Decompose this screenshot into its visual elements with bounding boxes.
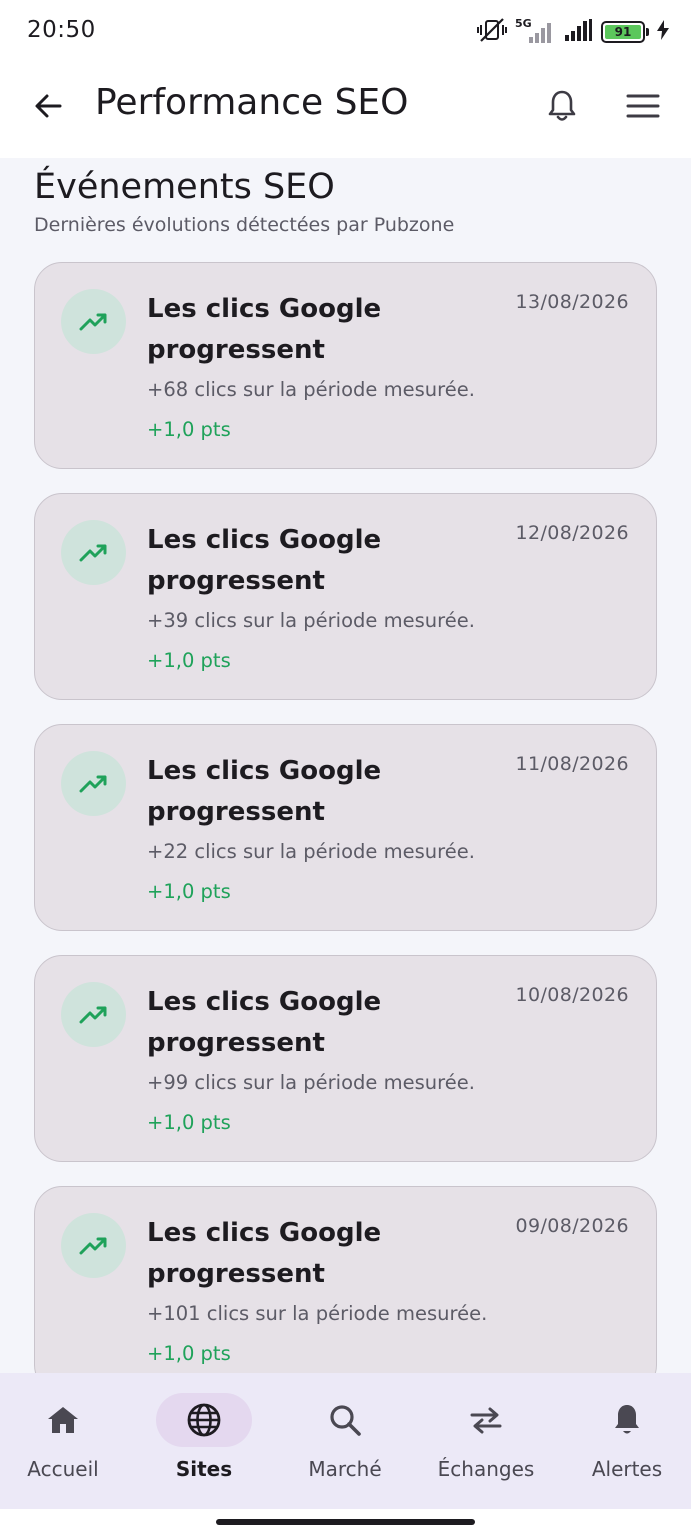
- page-title: Performance SEO: [95, 82, 409, 123]
- bell-outline-icon: [548, 90, 576, 121]
- nav-label: Sites: [175, 1457, 233, 1481]
- event-date: 12/08/2026: [515, 522, 629, 544]
- status-bar: 20:50 5G 91: [0, 0, 691, 62]
- bottom-navigation: Accueil Sites Marché Échanges Alertes: [0, 1373, 691, 1509]
- nav-item-alertes[interactable]: Alertes: [558, 1373, 691, 1509]
- signal-5g-icon: 5G: [515, 17, 555, 45]
- battery-icon: 91: [601, 21, 649, 43]
- event-title: Les clics Google progressent: [147, 294, 382, 365]
- home-gesture-bar[interactable]: [216, 1519, 475, 1525]
- content-area[interactable]: Événements SEO Dernières évolutions déte…: [0, 158, 691, 1373]
- charging-icon: [657, 20, 669, 44]
- trending-up-icon: [61, 289, 126, 354]
- event-card[interactable]: Les clics Google progressent 10/08/2026 …: [34, 955, 657, 1162]
- trending-up-icon: [61, 982, 126, 1047]
- event-delta: +1,0 pts: [147, 649, 231, 672]
- nav-item-marche[interactable]: Marché: [276, 1373, 414, 1509]
- event-description: +99 clics sur la période mesurée.: [147, 1071, 475, 1094]
- notifications-button[interactable]: [540, 84, 584, 128]
- event-card[interactable]: Les clics Google progressent 09/08/2026 …: [34, 1186, 657, 1373]
- event-delta: +1,0 pts: [147, 1111, 231, 1134]
- event-date: 11/08/2026: [515, 753, 629, 775]
- section-subtitle: Dernières évolutions détectées par Pubzo…: [34, 214, 455, 236]
- search-icon: [330, 1405, 361, 1436]
- event-delta: +1,0 pts: [147, 1342, 231, 1365]
- nav-item-accueil[interactable]: Accueil: [0, 1373, 132, 1509]
- vibrate-off-icon: [477, 17, 507, 47]
- nav-label: Alertes: [591, 1457, 663, 1481]
- battery-level: 91: [605, 25, 641, 39]
- nav-label: Échanges: [437, 1457, 535, 1481]
- event-delta: +1,0 pts: [147, 418, 231, 441]
- signal-icon: [563, 17, 593, 47]
- event-title: Les clics Google progressent: [147, 525, 382, 596]
- status-time: 20:50: [27, 17, 96, 43]
- event-title: Les clics Google progressent: [147, 756, 382, 827]
- nav-item-sites[interactable]: Sites: [135, 1373, 273, 1509]
- nav-active-indicator: [156, 1393, 252, 1447]
- arrow-back-icon: [35, 94, 62, 118]
- event-title: Les clics Google progressent: [147, 987, 382, 1058]
- gesture-area: [0, 1509, 691, 1536]
- event-date: 13/08/2026: [515, 291, 629, 313]
- event-card[interactable]: Les clics Google progressent 12/08/2026 …: [34, 493, 657, 700]
- home-icon: [48, 1407, 78, 1433]
- event-description: +68 clics sur la période mesurée.: [147, 378, 475, 401]
- event-delta: +1,0 pts: [147, 880, 231, 903]
- trending-up-icon: [61, 1213, 126, 1278]
- status-icons: 5G 91: [477, 17, 669, 47]
- event-description: +39 clics sur la période mesurée.: [147, 609, 475, 632]
- event-date: 10/08/2026: [515, 984, 629, 1006]
- nav-label: Marché: [308, 1457, 382, 1481]
- bell-icon: [615, 1405, 639, 1434]
- app-bar: Performance SEO: [0, 62, 691, 158]
- event-title: Les clics Google progressent: [147, 1218, 382, 1289]
- menu-button[interactable]: [621, 84, 665, 128]
- nav-item-echanges[interactable]: Échanges: [417, 1373, 555, 1509]
- trending-up-icon: [61, 520, 126, 585]
- event-description: +22 clics sur la période mesurée.: [147, 840, 475, 863]
- event-card[interactable]: Les clics Google progressent 11/08/2026 …: [34, 724, 657, 931]
- section-title: Événements SEO: [34, 167, 335, 207]
- back-button[interactable]: [26, 84, 70, 128]
- swap-icon: [470, 1407, 502, 1434]
- event-description: +101 clics sur la période mesurée.: [147, 1302, 488, 1325]
- event-date: 09/08/2026: [515, 1215, 629, 1237]
- trending-up-icon: [61, 751, 126, 816]
- event-card[interactable]: Les clics Google progressent 13/08/2026 …: [34, 262, 657, 469]
- nav-label: Accueil: [27, 1457, 99, 1481]
- globe-icon: [187, 1403, 221, 1437]
- hamburger-menu-icon: [626, 94, 660, 118]
